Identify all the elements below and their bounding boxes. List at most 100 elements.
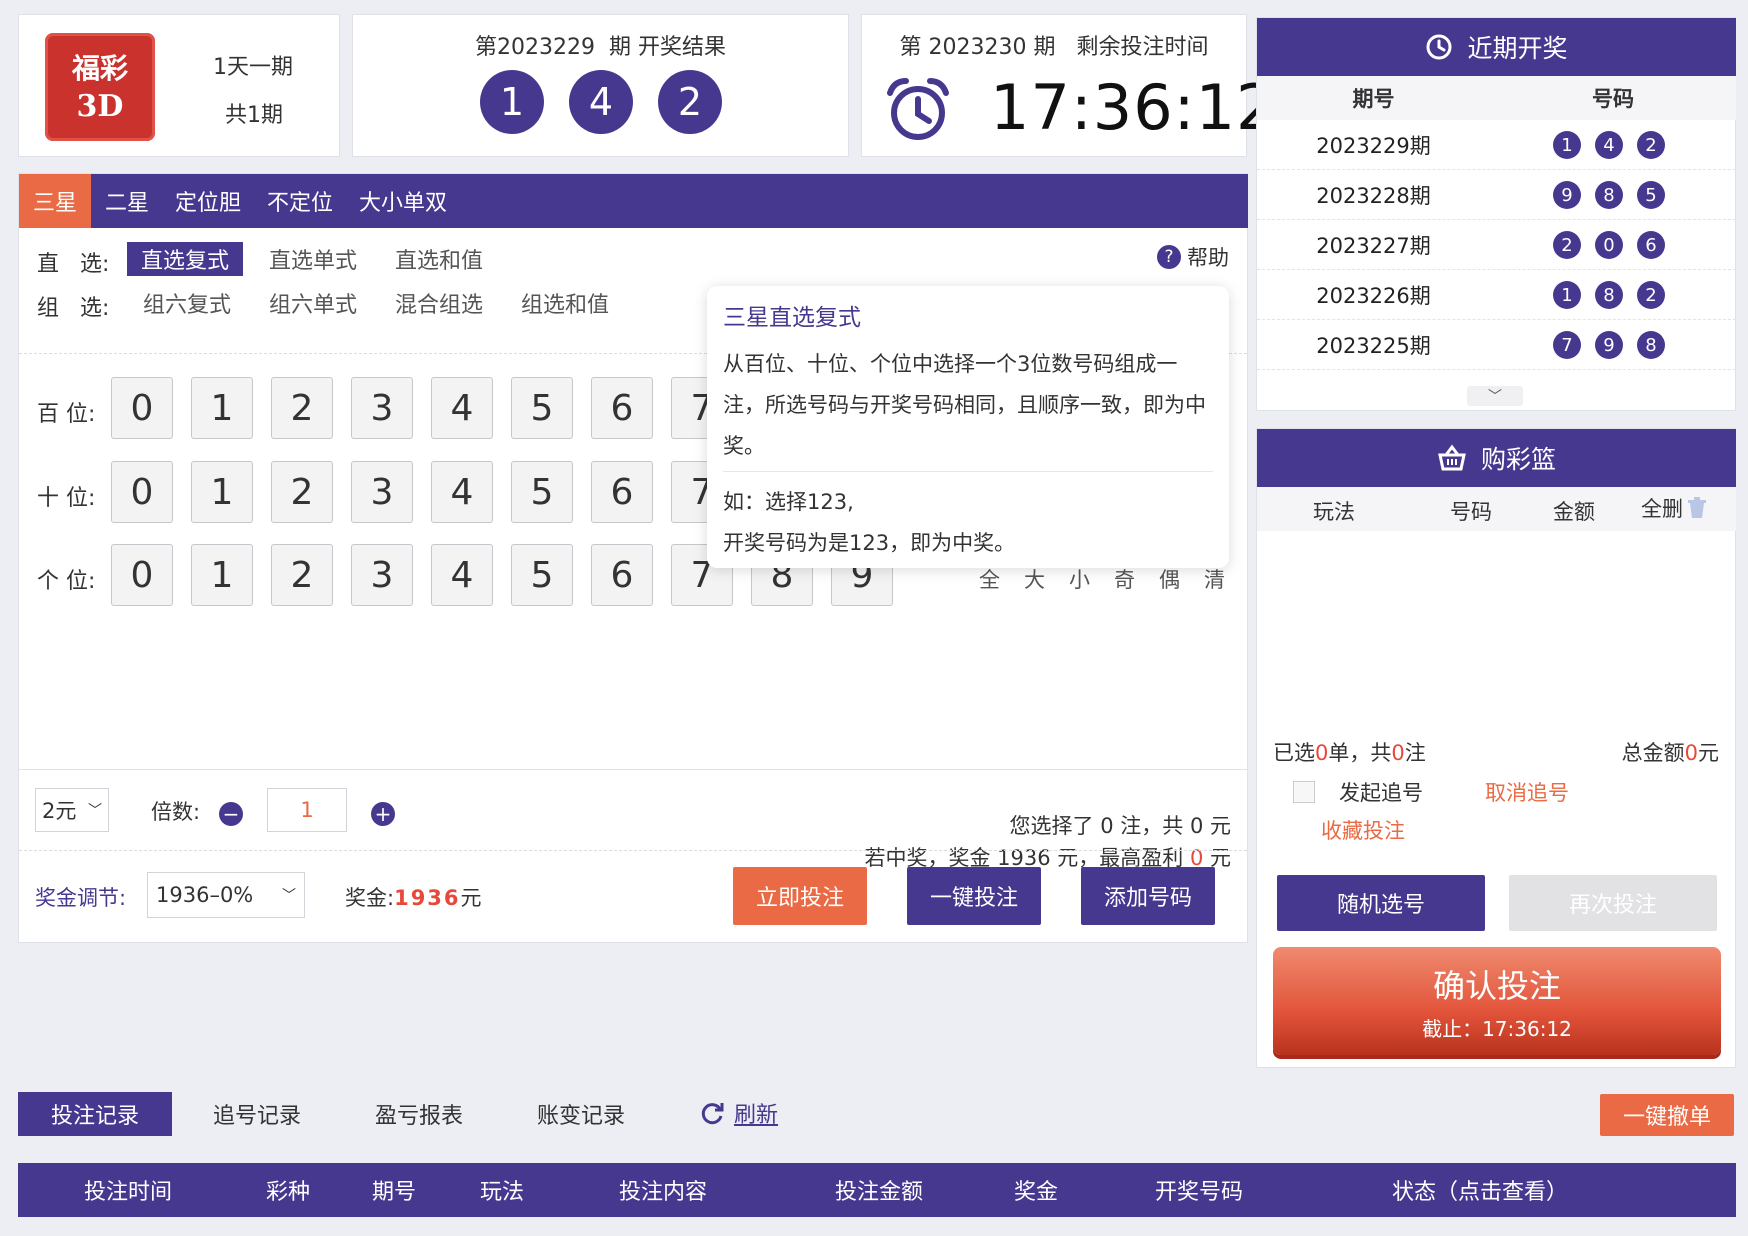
bonus-unit: 元 [460, 886, 482, 910]
summary-a: 已选 [1273, 741, 1315, 765]
digit-tens-6[interactable]: 6 [591, 461, 653, 523]
basket-header: 购彩篮 [1257, 429, 1736, 487]
tab-three-star[interactable]: 三星 [19, 174, 91, 228]
summary-b: 单，共 [1328, 741, 1392, 765]
chevron-down-icon: ﹀ [1488, 389, 1502, 405]
divider [19, 769, 1247, 770]
cancel-all-button[interactable]: 一键撤单 [1600, 1094, 1734, 1136]
digit-units-3[interactable]: 3 [351, 544, 413, 606]
option-mixed-group[interactable]: 混合组选 [395, 286, 483, 320]
digit-tens-1[interactable]: 1 [191, 461, 253, 523]
tab-unfixed-position[interactable]: 不定位 [267, 174, 333, 228]
digit-hundreds-6[interactable]: 6 [591, 377, 653, 439]
draw-ball: 4 [1595, 131, 1623, 159]
quick-select-big[interactable]: 大 [1024, 564, 1045, 594]
tab-bet-records[interactable]: 投注记录 [18, 1092, 172, 1136]
random-pick-button[interactable]: 随机选号 [1277, 875, 1485, 931]
draw-issue: 2023229期 [1316, 134, 1431, 158]
digit-tens-5[interactable]: 5 [511, 461, 573, 523]
group-label: 组 选: [37, 296, 110, 321]
quick-select-small[interactable]: 小 [1069, 564, 1090, 594]
digit-hundreds-4[interactable]: 4 [431, 377, 493, 439]
digit-hundreds-0[interactable]: 0 [111, 377, 173, 439]
logo-text-bottom: 3D [76, 89, 124, 124]
chevron-down-icon: ﹀ [88, 803, 102, 819]
row-label-tens: 十 位: [37, 486, 96, 511]
last-result-title: 第2023229 期 开奖结果 [475, 35, 726, 60]
digit-hundreds-3[interactable]: 3 [351, 377, 413, 439]
help-label: 帮助 [1187, 246, 1229, 270]
confirm-bet-button[interactable]: 确认投注 截止：17:36:12 [1273, 947, 1721, 1055]
result-ball: 2 [658, 70, 722, 134]
unit-value: 2元 [42, 799, 77, 823]
delete-all-button[interactable]: 全删 [1641, 491, 1707, 525]
save-bet-link[interactable]: 收藏投注 [1321, 815, 1405, 845]
help-icon: ? [1157, 245, 1181, 269]
clock-icon [1426, 34, 1452, 60]
tab-chase-records[interactable]: 追号记录 [190, 1092, 324, 1136]
selected-count: 0 [1315, 741, 1329, 765]
option-direct-compound[interactable]: 直选复式 [127, 242, 244, 276]
summary-c: 注 [1404, 741, 1426, 765]
rebet-button[interactable]: 再次投注 [1509, 875, 1717, 931]
result-ball: 4 [569, 70, 633, 134]
minus-icon[interactable]: − [219, 802, 243, 826]
help-button[interactable]: ? 帮助 [1157, 240, 1229, 274]
draw-issue: 2023227期 [1316, 234, 1431, 258]
row-label-units: 个 位: [37, 569, 96, 594]
plus-icon[interactable]: + [371, 802, 395, 826]
digit-hundreds-2[interactable]: 2 [271, 377, 333, 439]
countdown-timer: 17:36:12 [990, 71, 1277, 144]
recent-draw-row: 2023227期 2 0 6 [1257, 220, 1736, 270]
col-status: 状态（点击查看） [1391, 1180, 1568, 1205]
chevron-down-icon: ﹀ [282, 888, 296, 904]
chase-checkbox[interactable] [1293, 781, 1315, 803]
tooltip-example-2: 开奖号码为是123，即为中奖。 [723, 531, 1016, 555]
quick-select-clear[interactable]: 清 [1204, 564, 1225, 594]
draw-frequency: 1天一期 [213, 55, 293, 80]
tab-big-small-odd-even[interactable]: 大小单双 [359, 174, 447, 228]
cancel-chase-link[interactable]: 取消追号 [1485, 777, 1569, 807]
draw-ball: 8 [1595, 181, 1623, 209]
trash-icon [1688, 497, 1706, 518]
tab-account-changes[interactable]: 账变记录 [514, 1092, 648, 1136]
digit-units-4[interactable]: 4 [431, 544, 493, 606]
option-group-six-single[interactable]: 组六单式 [269, 286, 357, 320]
tab-two-star[interactable]: 二星 [105, 174, 149, 228]
prize-adjust-value: 1936–0% [156, 883, 254, 907]
prize-adjust-select[interactable]: 1936–0% ﹀ [147, 872, 305, 918]
one-click-bet-button[interactable]: 一键投注 [907, 867, 1041, 925]
digit-tens-2[interactable]: 2 [271, 461, 333, 523]
unit-select[interactable]: 2元 ﹀ [35, 788, 109, 832]
expand-button[interactable]: ﹀ [1467, 386, 1523, 406]
basket-col-number: 号码 [1450, 500, 1492, 524]
digit-tens-3[interactable]: 3 [351, 461, 413, 523]
digit-tens-0[interactable]: 0 [111, 461, 173, 523]
recent-draws-panel: 近期开奖 期号 号码 2023229期 1 4 2 2023228期 9 8 5 2023227… [1256, 17, 1736, 411]
digit-tens-4[interactable]: 4 [431, 461, 493, 523]
add-number-button[interactable]: 添加号码 [1081, 867, 1215, 925]
total-label: 总金额 [1621, 741, 1685, 765]
digit-units-1[interactable]: 1 [191, 544, 253, 606]
quick-select-all[interactable]: 全 [979, 564, 1000, 594]
option-group-sum[interactable]: 组选和值 [521, 286, 609, 320]
bet-now-button[interactable]: 立即投注 [733, 867, 867, 925]
option-group-six-compound[interactable]: 组六复式 [143, 286, 231, 320]
digit-hundreds-1[interactable]: 1 [191, 377, 253, 439]
digit-units-2[interactable]: 2 [271, 544, 333, 606]
draw-total: 共1期 [225, 103, 283, 128]
digit-units-6[interactable]: 6 [591, 544, 653, 606]
draw-ball: 7 [1553, 331, 1581, 359]
tab-profit-report[interactable]: 盈亏报表 [352, 1092, 486, 1136]
digit-units-0[interactable]: 0 [111, 544, 173, 606]
digit-hundreds-5[interactable]: 5 [511, 377, 573, 439]
tab-position-dan[interactable]: 定位胆 [175, 174, 241, 228]
draw-issue: 2023228期 [1316, 184, 1431, 208]
digit-units-5[interactable]: 5 [511, 544, 573, 606]
quick-select-even[interactable]: 偶 [1159, 564, 1180, 594]
refresh-button[interactable]: 刷新 [698, 1096, 778, 1130]
multiplier-input[interactable]: 1 [267, 788, 347, 832]
option-direct-sum[interactable]: 直选和值 [395, 242, 483, 276]
option-direct-single[interactable]: 直选单式 [269, 242, 357, 276]
quick-select-odd[interactable]: 奇 [1114, 564, 1135, 594]
